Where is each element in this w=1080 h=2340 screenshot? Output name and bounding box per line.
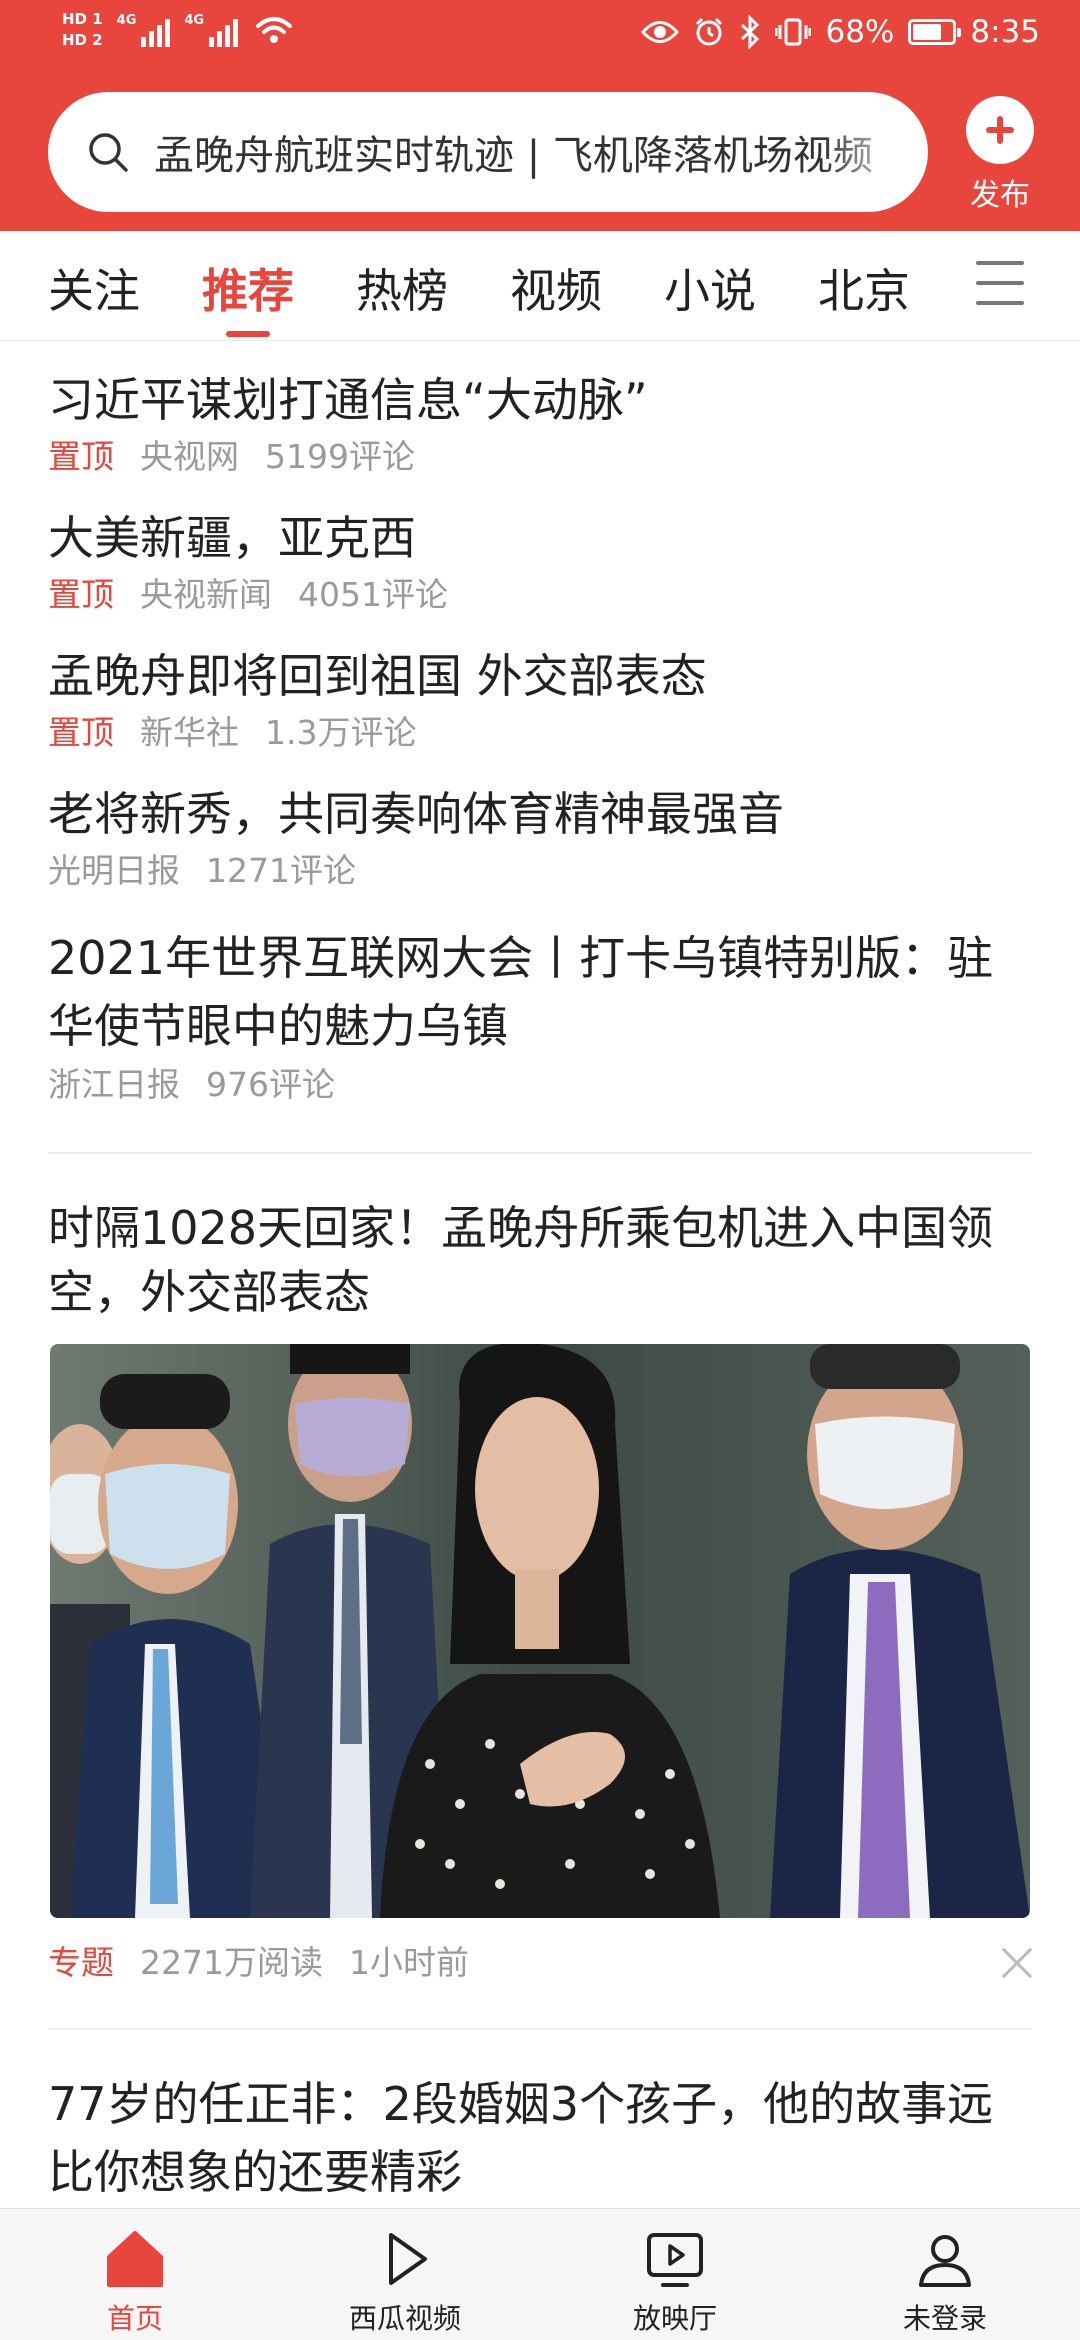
news-source: 央视网 [140,437,239,476]
bottom-nav: 首页 西瓜视频 放映厅 未登录 [0,2208,1080,2340]
news-title: 大美新疆，亚克西 [48,511,416,565]
status-left: HD 1 HD 2 4G 4G [62,10,294,49]
menu-icon[interactable] [976,261,1024,305]
pinned-badge: 置顶 [48,575,114,614]
nav-xigua-video[interactable]: 西瓜视频 [325,2227,485,2337]
play-icon [389,2233,427,2285]
comment-count: 1.3万评论 [265,713,417,752]
list-item[interactable]: 77岁的任正非：2段婚姻3个孩子，他的故事远比你想象的还要精彩 [48,2070,1032,2206]
clock: 8:35 [970,14,1040,50]
user-icon [919,2235,971,2287]
news-title: 2021年世界互联网大会丨打卡乌镇特别版：驻华使节眼中的魅力乌镇 [48,931,994,1053]
publish-button[interactable]: 发布 [958,96,1042,214]
list-item[interactable]: 2021年世界互联网大会丨打卡乌镇特别版：驻华使节眼中的魅力乌镇 浙江日报 97… [48,924,1032,1108]
bluetooth-icon [741,15,760,49]
tab-beijing[interactable]: 北京 [818,255,910,321]
nav-cinema[interactable]: 放映厅 [595,2227,755,2337]
divider [48,1152,1032,1154]
news-title: 孟晚舟即将回到祖国 外交部表态 [48,649,707,703]
eye-icon [641,21,680,43]
vibrate-icon [775,18,812,46]
tab-recommend[interactable]: 推荐 [202,255,294,321]
dismiss-close-icon[interactable] [1000,1946,1034,1980]
nav-home[interactable]: 首页 [55,2227,215,2337]
alarm-icon [696,17,723,46]
battery-icon [908,19,962,45]
news-source: 光明日报 [48,851,180,890]
list-item[interactable]: 习近平谋划打通信息“大动脉” 置顶 央视网 5199评论 [48,366,1032,480]
comment-count: 1271评论 [206,851,356,890]
tab-hot[interactable]: 热榜 [356,255,448,321]
tv-play-icon [647,2233,703,2287]
search-query: 孟晚舟航班实时轨迹 | 飞机降落机场视频 [154,133,873,179]
pinned-badge: 置顶 [48,713,114,752]
news-source: 新华社 [140,713,239,752]
news-source: 央视新闻 [140,575,272,614]
publish-time: 1小时前 [348,1943,469,1982]
comment-count: 976评论 [206,1065,335,1104]
signal-icon-1: 4G [117,13,171,47]
signal-icon-2: 4G [184,13,239,47]
news-title: 习近平谋划打通信息“大动脉” [48,373,648,427]
list-item[interactable]: 老将新秀，共同奏响体育精神最强音 光明日报 1271评论 [48,780,1032,894]
list-item[interactable]: 大美新疆，亚克西 置顶 央视新闻 4051评论 [48,504,1032,618]
publish-label: 发布 [970,178,1030,213]
pinned-badge: 置顶 [48,437,114,476]
search-bar[interactable]: 孟晚舟航班实时轨迹 | 飞机降落机场视频 [48,92,928,212]
comment-count: 4051评论 [298,575,448,614]
comment-count: 5199评论 [265,437,415,476]
news-photo[interactable] [50,1344,1030,1918]
battery-percent: 68% [825,14,895,50]
top-header: HD 1 HD 2 4G 4G 68% 8:35 孟晚舟航班实时轨迹 | 飞机降… [0,0,1080,231]
tab-follow[interactable]: 关注 [48,255,140,321]
news-title: 77岁的任正非：2段婚姻3个孩子，他的故事远比你想象的还要精彩 [48,2077,994,2199]
hd2-indicator: HD 2 [62,31,103,49]
nav-login[interactable]: 未登录 [865,2227,1025,2337]
read-count: 2271万阅读 [140,1943,323,1982]
list-item[interactable]: 孟晚舟即将回到祖国 外交部表态 置顶 新华社 1.3万评论 [48,642,1032,756]
feature-meta: 专题 2271万阅读 1小时前 [48,1940,469,1986]
wifi-icon [256,16,293,43]
news-photo-illustration [50,1344,1030,1918]
status-bar: HD 1 HD 2 4G 4G 68% 8:35 [0,0,1080,75]
channel-tabs: 关注 推荐 热榜 视频 小说 北京 [0,231,1080,341]
tab-novel[interactable]: 小说 [664,255,756,321]
tab-video[interactable]: 视频 [510,255,602,321]
hd1-indicator: HD 1 [62,10,103,28]
feature-title: 时隔1028天回家！孟晚舟所乘包机进入中国领空，外交部表态 [48,1201,994,1319]
news-title: 老将新秀，共同奏响体育精神最强音 [48,787,784,841]
topic-badge: 专题 [48,1943,114,1982]
home-icon [107,2231,163,2287]
status-right: 68% 8:35 [641,14,1040,50]
divider [48,2028,1032,2030]
news-source: 浙江日报 [48,1065,180,1104]
feature-article[interactable]: 时隔1028天回家！孟晚舟所乘包机进入中国领空，外交部表态 [48,1196,1032,1324]
plus-icon [966,96,1034,164]
search-icon [89,133,128,172]
